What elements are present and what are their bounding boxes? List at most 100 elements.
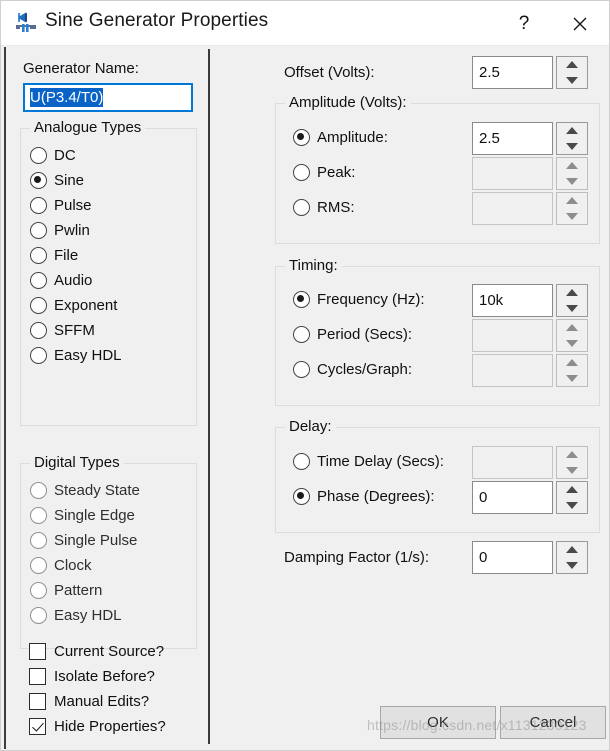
radio-digital-steady-state[interactable]: Steady State: [30, 482, 140, 499]
radio-indicator: [293, 361, 310, 378]
radio-label: Pwlin: [54, 222, 90, 239]
spin-down-icon: [557, 370, 587, 386]
cancel-button[interactable]: Cancel: [500, 706, 606, 739]
radio-analogue-sffm[interactable]: SFFM: [30, 322, 95, 339]
radio-label: Amplitude:: [317, 129, 388, 146]
radio-label: Pattern: [54, 582, 103, 599]
frequency-spinner[interactable]: 10k: [472, 284, 588, 317]
radio-indicator: [293, 453, 310, 470]
radio-frequency[interactable]: Frequency (Hz):: [293, 291, 425, 308]
time-delay-spinner: [472, 446, 588, 479]
checkbox-current-source[interactable]: Current Source?: [29, 643, 164, 660]
radio-analogue-pwlin[interactable]: Pwlin: [30, 222, 90, 239]
spin-up-icon[interactable]: [557, 542, 587, 558]
radio-label: Pulse: [54, 197, 92, 214]
radio-analogue-audio[interactable]: Audio: [30, 272, 92, 289]
radio-analogue-easy-hdl[interactable]: Easy HDL: [30, 347, 122, 364]
amplitude-spinner[interactable]: 2.5: [472, 122, 588, 155]
radio-analogue-sine[interactable]: Sine: [30, 172, 84, 189]
radio-digital-pattern[interactable]: Pattern: [30, 582, 102, 599]
amplitude-group: Amplitude (Volts): Amplitude: 2.5 Peak:: [275, 94, 600, 244]
frequency-spin-buttons[interactable]: [556, 284, 588, 317]
radio-analogue-file[interactable]: File: [30, 247, 78, 264]
spin-up-icon[interactable]: [557, 123, 587, 139]
radio-indicator: [30, 532, 47, 549]
spin-up-icon[interactable]: [557, 285, 587, 301]
radio-label: Clock: [54, 557, 92, 574]
cycles-per-graph-value: [472, 354, 553, 387]
damping-spin-buttons[interactable]: [556, 541, 588, 574]
checkbox-hide-properties[interactable]: Hide Properties?: [29, 718, 166, 735]
radio-label: Cycles/Graph:: [317, 361, 413, 378]
phase-spin-buttons[interactable]: [556, 481, 588, 514]
window-title: Sine Generator Properties: [45, 10, 269, 31]
radio-amplitude[interactable]: Amplitude:: [293, 129, 388, 146]
phase-spinner[interactable]: 0: [472, 481, 588, 514]
help-button[interactable]: ?: [501, 1, 547, 46]
spin-down-icon: [557, 173, 587, 189]
radio-digital-single-edge[interactable]: Single Edge: [30, 507, 135, 524]
spin-up-icon: [557, 355, 587, 371]
radio-phase[interactable]: Phase (Degrees):: [293, 488, 435, 505]
checkbox-indicator: [29, 643, 46, 660]
close-icon: [573, 17, 587, 30]
period-spin-buttons: [556, 319, 588, 352]
radio-analogue-pulse[interactable]: Pulse: [30, 197, 92, 214]
radio-period[interactable]: Period (Secs):: [293, 326, 412, 343]
spin-down-icon[interactable]: [557, 72, 587, 88]
radio-rms[interactable]: RMS:: [293, 199, 355, 216]
spin-up-icon: [557, 320, 587, 336]
radio-label: Phase (Degrees):: [317, 488, 435, 505]
offset-label: Offset (Volts):: [284, 64, 375, 81]
radio-indicator: [30, 482, 47, 499]
phase-value[interactable]: 0: [472, 481, 553, 514]
radio-analogue-exponent[interactable]: Exponent: [30, 297, 117, 314]
spin-up-icon[interactable]: [557, 57, 587, 73]
analogue-types-group: Analogue Types DC Sine Pulse Pwlin File: [20, 119, 197, 426]
offset-spin-buttons[interactable]: [556, 56, 588, 89]
radio-indicator: [30, 322, 47, 339]
spin-up-icon: [557, 447, 587, 463]
rms-value: [472, 192, 553, 225]
offset-value[interactable]: 2.5: [472, 56, 553, 89]
radio-cycles-per-graph[interactable]: Cycles/Graph:: [293, 361, 412, 378]
checkbox-isolate-before[interactable]: Isolate Before?: [29, 668, 155, 685]
radio-indicator: [30, 272, 47, 289]
radio-indicator: [293, 199, 310, 216]
rms-spin-buttons: [556, 192, 588, 225]
amplitude-value[interactable]: 2.5: [472, 122, 553, 155]
radio-indicator: [30, 147, 47, 164]
checkbox-manual-edits[interactable]: Manual Edits?: [29, 693, 149, 710]
close-button[interactable]: [557, 1, 603, 46]
left-panel: Generator Name: U(P3.4/T0) Analogue Type…: [4, 47, 209, 749]
checkbox-indicator: [29, 668, 46, 685]
radio-digital-single-pulse[interactable]: Single Pulse: [30, 532, 137, 549]
spin-down-icon[interactable]: [557, 300, 587, 316]
checkbox-label: Isolate Before?: [54, 668, 155, 685]
damping-factor-value[interactable]: 0: [472, 541, 553, 574]
time-delay-value: [472, 446, 553, 479]
radio-peak[interactable]: Peak:: [293, 164, 355, 181]
radio-digital-clock[interactable]: Clock: [30, 557, 92, 574]
radio-digital-easy-hdl[interactable]: Easy HDL: [30, 607, 122, 624]
radio-label: Single Edge: [54, 507, 135, 524]
amplitude-spin-buttons[interactable]: [556, 122, 588, 155]
amplitude-group-title: Amplitude (Volts):: [285, 94, 411, 111]
cycles-spin-buttons: [556, 354, 588, 387]
spin-down-icon[interactable]: [557, 138, 587, 154]
radio-indicator: [30, 222, 47, 239]
generator-name-label: Generator Name:: [23, 60, 139, 77]
spin-up-icon[interactable]: [557, 482, 587, 498]
frequency-value[interactable]: 10k: [472, 284, 553, 317]
delay-group: Delay: Time Delay (Secs): Phase (Degrees…: [275, 418, 600, 533]
spin-down-icon[interactable]: [557, 557, 587, 573]
generator-icon: [13, 10, 39, 36]
radio-analogue-dc[interactable]: DC: [30, 147, 76, 164]
generator-name-input[interactable]: U(P3.4/T0): [23, 83, 193, 112]
ok-button[interactable]: OK: [380, 706, 496, 739]
radio-time-delay[interactable]: Time Delay (Secs):: [293, 453, 444, 470]
spin-down-icon[interactable]: [557, 497, 587, 513]
radio-indicator: [30, 607, 47, 624]
offset-spinner[interactable]: 2.5: [472, 56, 588, 89]
damping-factor-spinner[interactable]: 0: [472, 541, 588, 574]
